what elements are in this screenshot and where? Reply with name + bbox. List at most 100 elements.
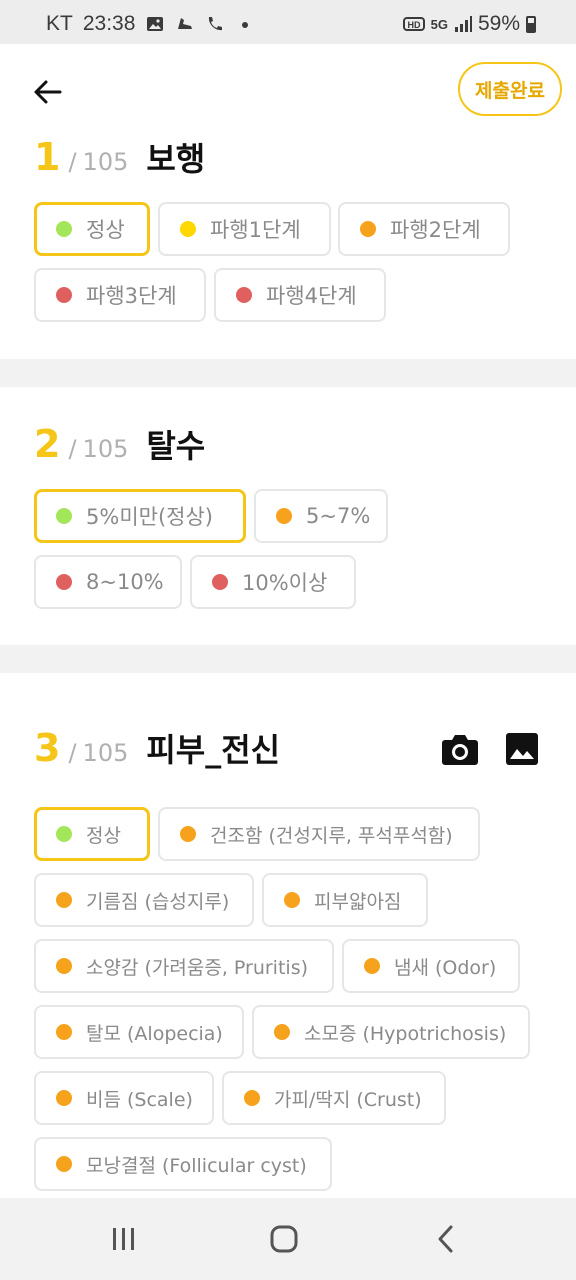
network-type: 5G <box>430 16 448 32</box>
option-limp-1[interactable]: 파행1단계 <box>158 202 331 256</box>
status-dot <box>56 892 72 908</box>
question-number: 3 <box>34 726 61 770</box>
carrier-label: KT <box>46 12 73 35</box>
svg-text:HD: HD <box>407 20 420 30</box>
option-label: 건조함 (건성지루, 푸석푸석함) <box>210 824 453 847</box>
status-dot <box>56 574 72 590</box>
status-dot <box>56 1090 72 1106</box>
status-dot <box>212 574 228 590</box>
option-label: 피부얇아짐 <box>314 890 402 913</box>
option-dry-skin[interactable]: 건조함 (건성지루, 푸석푸석함) <box>158 807 480 861</box>
option-label: 정상 <box>86 218 125 242</box>
option-label: 10%이상 <box>242 571 328 595</box>
option-label: 파행3단계 <box>86 284 177 308</box>
option-over-10-percent[interactable]: 10%이상 <box>190 555 356 609</box>
gallery-notification-icon <box>147 17 164 31</box>
question-slash: / <box>68 148 77 176</box>
image-icon <box>506 733 538 765</box>
option-label: 가피/딱지 (Crust) <box>274 1088 422 1111</box>
section-divider <box>0 359 576 387</box>
question-1-heading: 1 / 105 보행 <box>34 134 205 180</box>
question-total: 105 <box>82 435 129 463</box>
status-dot <box>56 958 72 974</box>
system-nav-bar <box>0 1198 576 1280</box>
option-normal[interactable]: 정상 <box>34 202 150 256</box>
home-icon <box>270 1225 298 1253</box>
status-dot <box>56 287 72 303</box>
status-dot <box>364 958 380 974</box>
recent-apps-button[interactable] <box>104 1222 144 1256</box>
question-number: 2 <box>34 422 61 466</box>
battery-percent: 59% <box>477 12 520 35</box>
option-limp-3[interactable]: 파행3단계 <box>34 268 206 322</box>
status-dot <box>274 1024 290 1040</box>
shoe-notification-icon <box>178 18 193 29</box>
status-dot <box>360 221 376 237</box>
option-label: 정상 <box>86 824 121 847</box>
option-under-5-percent[interactable]: 5%미만(정상) <box>34 489 246 543</box>
recent-apps-icon <box>113 1228 134 1250</box>
camera-icon <box>442 735 478 765</box>
option-label: 기름짐 (습성지루) <box>86 890 230 913</box>
status-dot <box>244 1090 260 1106</box>
option-alopecia[interactable]: 탈모 (Alopecia) <box>34 1005 244 1059</box>
option-limp-2[interactable]: 파행2단계 <box>338 202 510 256</box>
system-back-button[interactable] <box>426 1222 466 1256</box>
back-icon <box>438 1225 453 1253</box>
clock: 23:38 <box>82 12 136 35</box>
option-crust[interactable]: 가피/딱지 (Crust) <box>222 1071 446 1125</box>
status-dot <box>56 1156 72 1172</box>
question-title: 탈수 <box>146 427 206 465</box>
question-slash: / <box>68 435 77 463</box>
status-dot <box>180 826 196 842</box>
back-button[interactable] <box>28 72 68 112</box>
option-hypotrichosis[interactable]: 소모증 (Hypotrichosis) <box>252 1005 530 1059</box>
gallery-button[interactable] <box>502 729 542 769</box>
more-notifications-dot-icon <box>242 22 249 28</box>
option-label: 소모증 (Hypotrichosis) <box>304 1022 507 1045</box>
option-8-10-percent[interactable]: 8~10% <box>34 555 182 609</box>
option-label: 모낭결절 (Follicular cyst) <box>86 1154 307 1177</box>
status-dot <box>284 892 300 908</box>
status-dot <box>276 508 292 524</box>
option-oily-skin[interactable]: 기름짐 (습성지루) <box>34 873 254 927</box>
section-divider <box>0 645 576 673</box>
question-3-section: 3 / 105 피부_전신 정상 건조함 (건성지루, 푸석푸석함) 기름짐 (… <box>0 673 576 1198</box>
option-label: 파행1단계 <box>210 218 301 242</box>
option-label: 파행2단계 <box>390 218 481 242</box>
question-2-section: 2 / 105 탈수 5%미만(정상) 5~7% 8~10% 10%이상 <box>0 387 576 645</box>
status-dot <box>236 287 252 303</box>
home-button[interactable] <box>264 1222 304 1256</box>
status-dot <box>180 221 196 237</box>
option-scale[interactable]: 비듬 (Scale) <box>34 1071 214 1125</box>
option-thin-skin[interactable]: 피부얇아짐 <box>262 873 428 927</box>
option-label: 파행4단계 <box>266 284 357 308</box>
status-dot <box>56 221 72 237</box>
option-label: 5~7% <box>306 504 371 528</box>
option-5-7-percent[interactable]: 5~7% <box>254 489 388 543</box>
question-title: 피부_전신 <box>146 731 281 769</box>
status-bar: KT 23:38 HD 5G 59% <box>0 0 576 44</box>
header: 제출완료 <box>0 44 576 134</box>
phone-call-notification-icon <box>209 17 223 31</box>
option-label: 탈모 (Alopecia) <box>86 1022 223 1045</box>
option-normal[interactable]: 정상 <box>34 807 150 861</box>
status-dot <box>56 826 72 842</box>
option-follicular-cyst[interactable]: 모낭결절 (Follicular cyst) <box>34 1137 332 1191</box>
signal-icon <box>454 16 472 32</box>
option-odor[interactable]: 냄새 (Odor) <box>342 939 520 993</box>
option-limp-4[interactable]: 파행4단계 <box>214 268 386 322</box>
status-dot <box>56 1024 72 1040</box>
question-total: 105 <box>82 739 129 767</box>
option-label: 비듬 (Scale) <box>86 1088 193 1111</box>
question-total: 105 <box>82 148 129 176</box>
option-pruritis[interactable]: 소양감 (가려움증, Pruritis) <box>34 939 334 993</box>
camera-button[interactable] <box>440 729 480 769</box>
question-title: 보행 <box>146 140 206 178</box>
option-label: 8~10% <box>86 570 164 594</box>
arrow-left-icon <box>34 80 62 104</box>
option-label: 5%미만(정상) <box>86 505 213 529</box>
question-1-section: 1 / 105 보행 정상 파행1단계 파행2단계 파행3단계 파행4단계 <box>0 134 576 359</box>
hd-voice-icon: HD <box>402 17 425 31</box>
submit-button[interactable]: 제출완료 <box>458 62 562 116</box>
